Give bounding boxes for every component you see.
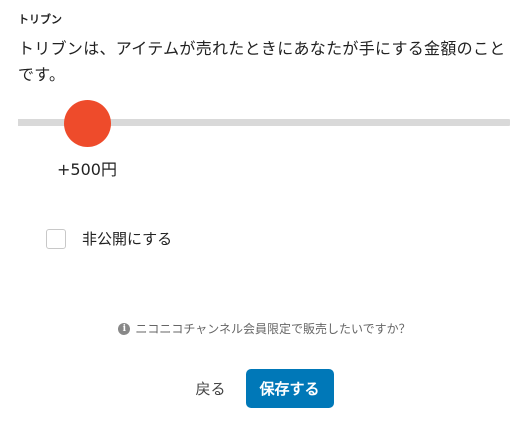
member-only-notice: i ニコニコチャンネル会員限定で販売したいですか？: [0, 320, 529, 338]
private-checkbox-label[interactable]: 非公開にする: [82, 229, 172, 249]
description-text: トリブンは、アイテムが売れたときにあなたが手にする金額のことです。: [18, 39, 506, 84]
price-slider[interactable]: [18, 100, 510, 147]
member-only-link[interactable]: ニコニコチャンネル会員限定で販売したいですか？: [135, 320, 410, 338]
private-checkbox-row[interactable]: 非公開にする: [46, 227, 172, 251]
slider-thumb[interactable]: [64, 100, 111, 147]
back-button[interactable]: 戻る: [195, 378, 225, 399]
info-icon: i: [118, 323, 131, 335]
section-label: トリブン: [18, 13, 62, 26]
save-button[interactable]: 保存する: [245, 369, 334, 408]
action-bar: 戻る 保存する: [0, 369, 529, 408]
price-value: +500円: [57, 160, 117, 179]
private-checkbox[interactable]: [46, 229, 66, 249]
